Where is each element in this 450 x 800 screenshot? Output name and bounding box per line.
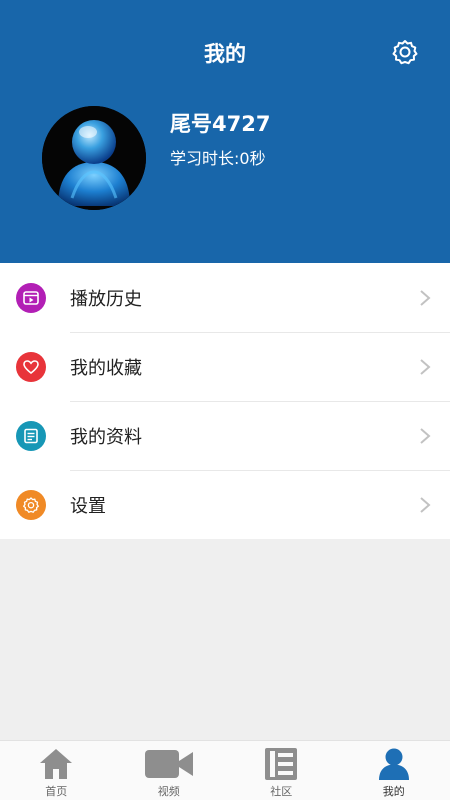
page-title: 我的 [204,42,246,66]
user-avatar-icon [42,106,146,210]
study-time: 学习时长:0秒 [170,149,266,168]
settings-button[interactable] [390,37,420,67]
tab-label: 视频 [157,785,180,798]
gear-icon [392,40,418,65]
menu-item-label: 我的资料 [70,426,142,448]
menu-item-label: 播放历史 [70,288,142,310]
tab-label: 我的 [382,785,405,798]
tab-mine[interactable]: 我的 [338,741,450,800]
chevron-right-icon [420,289,431,306]
tab-label: 社区 [270,785,293,798]
home-icon [38,747,74,781]
menu-item-label: 设置 [70,495,106,517]
document-icon [16,420,46,451]
username: 尾号4727 [170,112,271,136]
person-icon [377,747,411,781]
tab-video[interactable]: 视频 [113,741,226,800]
chevron-right-icon [420,427,431,444]
menu-list: 播放历史 我的收藏 我的资料 设置 [0,263,450,539]
chevron-right-icon [420,496,431,513]
heart-icon [16,351,46,382]
tab-label: 首页 [45,785,68,798]
community-icon [263,747,299,781]
profile-header: 我的 尾号4727 学习时长:0秒 [0,0,450,263]
tab-home[interactable]: 首页 [0,741,113,800]
menu-item-my-materials[interactable]: 我的资料 [0,401,450,470]
bottom-tab-bar: 首页 视频 社区 我的 [0,740,450,800]
menu-item-label: 我的收藏 [70,357,142,379]
play-history-icon [16,282,46,313]
video-camera-icon [144,747,194,781]
menu-item-favorites[interactable]: 我的收藏 [0,332,450,401]
menu-item-settings[interactable]: 设置 [0,470,450,539]
gear-icon [16,489,46,520]
avatar[interactable] [42,106,146,210]
menu-item-play-history[interactable]: 播放历史 [0,263,450,332]
chevron-right-icon [420,358,431,375]
tab-community[interactable]: 社区 [225,741,338,800]
